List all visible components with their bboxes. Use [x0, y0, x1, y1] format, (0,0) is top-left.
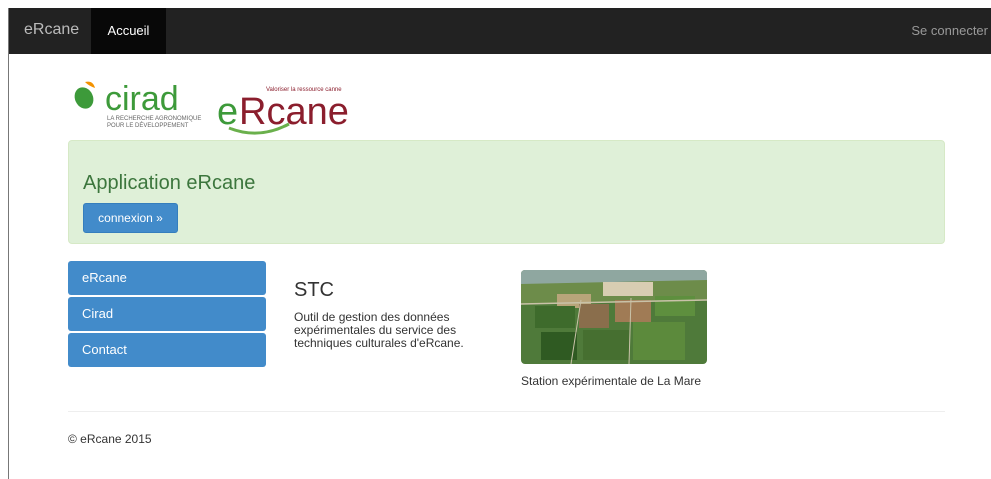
cirad-wordmark: cirad	[105, 80, 179, 118]
sidebar-item-ercane[interactable]: eRcane	[68, 261, 266, 295]
login-link[interactable]: Se connecter	[911, 23, 988, 38]
cirad-logo: cirad LA RECHERCHE AGRONOMIQUE POUR LE D…	[74, 80, 201, 129]
station-photo	[521, 270, 707, 364]
page-frame: eRcane Accueil Se connecter cirad LA REC…	[8, 8, 991, 479]
top-navbar: eRcane Accueil Se connecter	[9, 8, 991, 54]
section-title: STC	[294, 279, 334, 301]
ercane-logo: Valoriser la ressource canne e Rcane	[217, 87, 349, 135]
footer-copyright: © eRcane 2015	[68, 432, 152, 446]
photo-caption: Station expérimentale de La Mare	[521, 374, 702, 388]
welcome-banner: Application eRcane connexion »	[68, 140, 945, 244]
navbar-brand[interactable]: eRcane	[24, 21, 79, 39]
sidebar-item-contact[interactable]: Contact	[68, 333, 266, 367]
sidebar-item-cirad[interactable]: Cirad	[68, 297, 266, 331]
nav-item-accueil[interactable]: Accueil	[91, 8, 166, 54]
connexion-button[interactable]: connexion »	[83, 203, 178, 233]
footer-divider	[68, 411, 945, 412]
cirad-tagline-1: LA RECHERCHE AGRONOMIQUE	[107, 116, 201, 122]
banner-title: Application eRcane	[83, 172, 256, 194]
cirad-tagline-2: POUR LE DÉVELOPPEMENT	[107, 122, 189, 129]
ercane-wordmark-rest: Rcane	[239, 91, 349, 133]
section-description: Outil de gestion des données expérimenta…	[294, 310, 464, 350]
ercane-wordmark-e: e	[217, 91, 238, 133]
